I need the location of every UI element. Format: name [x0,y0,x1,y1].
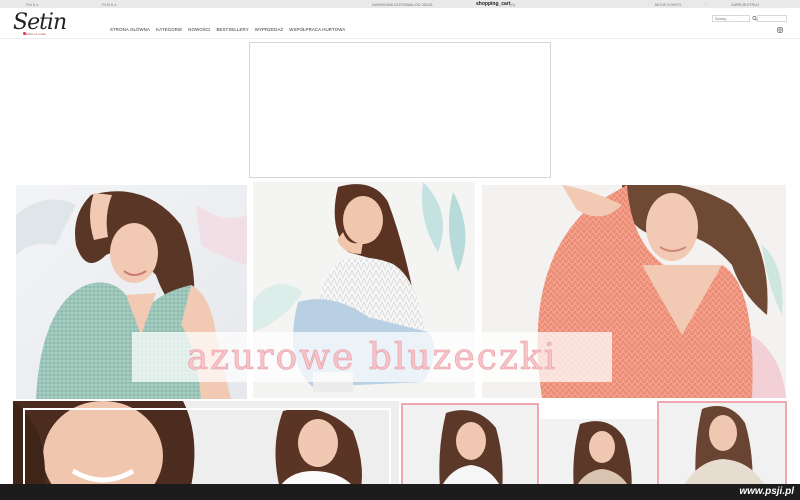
topbar-separator: / [705,1,707,7]
search-field-secondary[interactable] [757,15,787,22]
nav-item-home[interactable]: STRONA GŁÓWNA [110,27,150,35]
watermark-strip: www.psji.pl [0,484,800,500]
hero-slogan-text: azurowe bluzeczki [186,336,558,378]
nav-item-bestsellers[interactable]: BESTSELLERY [216,27,248,35]
search-input[interactable] [712,15,750,22]
nav-item-sale[interactable]: WYPRZEDAŻ [255,27,283,35]
currency-selector[interactable]: PLN 0 z [102,2,116,7]
instagram-icon[interactable] [777,27,783,33]
register-link[interactable]: ZAREJESTRUJ [731,2,759,7]
cart-count[interactable]: (0) [510,2,515,7]
site-header: Setin fashion & moda STRONA GŁÓWNA KATEG… [0,8,800,39]
account-link[interactable]: MOJE KONTO [655,2,681,7]
shipping-note: DARMOWA DOSTAWA OD 250ZŁ [372,1,434,7]
hero-slogan: azurowe bluzeczki [132,332,612,382]
watermark-text: www.psji.pl [739,486,794,497]
top-utility-bar: Pol 0 z PLN 0 z DARMOWA DOSTAWA OD 250ZŁ… [0,0,800,8]
logo[interactable]: Setin fashion & moda [13,10,67,40]
language-selector[interactable]: Pol 0 z [26,2,38,7]
logo-subtitle: fashion & moda [25,32,46,36]
banner-placeholder [249,42,551,178]
main-nav: STRONA GŁÓWNA KATEGORIE NOWOŚCI BESTSELL… [110,27,345,35]
nav-item-wholesale[interactable]: WSPÓŁPRACA HURTOWA [289,27,345,35]
nav-item-new[interactable]: NOWOŚCI [188,27,210,35]
nav-item-categories[interactable]: KATEGORIE [156,27,182,35]
cart-link[interactable]: shopping_cart [476,1,510,7]
